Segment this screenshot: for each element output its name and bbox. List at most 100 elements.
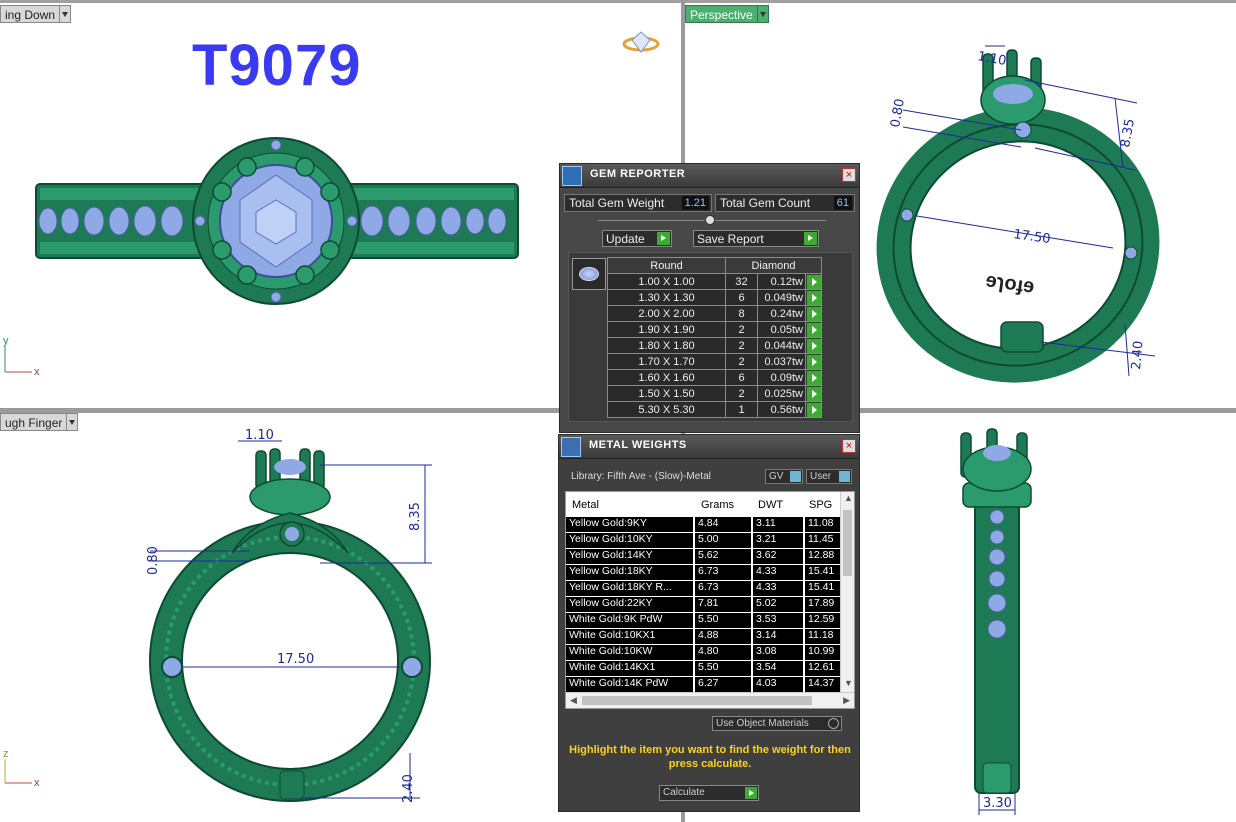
metal-row[interactable]: White Gold:10KW 4.80 3.08 10.99 xyxy=(566,644,842,660)
metal-row[interactable]: Yellow Gold:18KY 6.73 4.33 15.41 xyxy=(566,564,842,580)
metal-grams: 5.50 xyxy=(695,613,751,628)
metal-row[interactable]: White Gold:9K PdW 5.50 3.53 12.59 xyxy=(566,612,842,628)
metal-dwt: 5.02 xyxy=(753,597,803,612)
gem-row-go-button[interactable] xyxy=(805,385,822,402)
axis-indicator xyxy=(4,346,32,373)
calculate-button[interactable]: Calculate xyxy=(659,785,759,801)
gem-row[interactable]: 5.30 X 5.30 1 0.56tw xyxy=(607,401,822,418)
scroll-left-icon[interactable]: ◀ xyxy=(570,695,577,706)
gem-size: 1.80 X 1.80 xyxy=(607,337,726,354)
dim-width: 3.30 xyxy=(983,796,1012,811)
metal-weights-header[interactable]: METAL WEIGHTS × xyxy=(559,435,859,459)
scroll-up-icon[interactable]: ▲ xyxy=(844,493,853,503)
total-gem-weight: Total Gem Weight 1.21 xyxy=(564,194,712,212)
play-arrow-icon xyxy=(806,386,821,401)
metal-name: Yellow Gold:14KY xyxy=(566,549,693,564)
metal-grams: 4.88 xyxy=(695,629,751,644)
user-toggle[interactable]: User xyxy=(806,469,852,484)
play-arrow-icon xyxy=(806,338,821,353)
use-object-materials-option[interactable]: Use Object Materials xyxy=(712,716,842,731)
gem-row-go-button[interactable] xyxy=(805,289,822,306)
dim-shank: 2.40 xyxy=(1129,340,1146,370)
metal-grams: 4.80 xyxy=(695,645,751,660)
metal-row[interactable]: Yellow Gold:18KY R... 6.73 4.33 15.41 xyxy=(566,580,842,596)
gem-row-go-button[interactable] xyxy=(805,337,822,354)
gem-size: 1.70 X 1.70 xyxy=(607,353,726,370)
gem-count: 2 xyxy=(725,337,758,354)
metal-spg: 11.18 xyxy=(805,629,842,644)
metal-row[interactable]: White Gold:10KX1 4.88 3.14 11.18 xyxy=(566,628,842,644)
gem-reporter-header[interactable]: GEM REPORTER × xyxy=(560,164,859,188)
metal-row[interactable]: Yellow Gold:14KY 5.62 3.62 12.88 xyxy=(566,548,842,564)
metal-spg: 17.89 xyxy=(805,597,842,612)
close-icon[interactable]: × xyxy=(842,439,856,453)
metal-dwt: 3.21 xyxy=(753,533,803,548)
ring-preview-icon xyxy=(622,31,660,53)
col-spg[interactable]: SPG xyxy=(809,499,832,511)
close-icon[interactable]: × xyxy=(842,168,856,182)
metal-name: Yellow Gold:10KY xyxy=(566,533,693,548)
metal-grams: 6.27 xyxy=(695,677,751,692)
col-dwt[interactable]: DWT xyxy=(758,499,783,511)
scroll-down-icon[interactable]: ▼ xyxy=(844,678,853,688)
gem-row-go-button[interactable] xyxy=(805,353,822,370)
metal-grams: 6.73 xyxy=(695,565,751,580)
gem-count: 2 xyxy=(725,385,758,402)
gem-reporter-title: GEM REPORTER xyxy=(590,168,686,180)
toggle-switch-icon xyxy=(839,471,850,482)
metal-row[interactable]: Yellow Gold:9KY 4.84 3.11 11.08 xyxy=(566,516,842,532)
gem-row-go-button[interactable] xyxy=(805,401,822,418)
gem-weight: 0.09tw xyxy=(757,369,806,386)
gem-row-go-button[interactable] xyxy=(805,273,822,290)
update-button[interactable]: Update xyxy=(602,230,672,247)
play-arrow-icon xyxy=(806,274,821,289)
metal-row[interactable]: Yellow Gold:10KY 5.00 3.21 11.45 xyxy=(566,532,842,548)
gem-weight: 0.025tw xyxy=(757,385,806,402)
gem-weight: 0.05tw xyxy=(757,321,806,338)
round-diamond-thumbnail[interactable] xyxy=(572,258,606,290)
metal-dwt: 3.11 xyxy=(753,517,803,532)
calculate-hint: Highlight the item you want to find the … xyxy=(569,744,851,770)
metal-dwt: 3.53 xyxy=(753,613,803,628)
metal-row[interactable]: White Gold:14KX1 5.50 3.54 12.61 xyxy=(566,660,842,676)
col-metal[interactable]: Metal xyxy=(572,499,599,511)
gem-row[interactable]: 1.50 X 1.50 2 0.025tw xyxy=(607,385,822,402)
play-arrow-icon xyxy=(806,370,821,385)
metal-row[interactable]: Yellow Gold:22KY 7.81 5.02 17.89 xyxy=(566,596,842,612)
gv-toggle[interactable]: GV xyxy=(765,469,803,484)
gem-row[interactable]: 1.80 X 1.80 2 0.044tw xyxy=(607,337,822,354)
gem-row-go-button[interactable] xyxy=(805,305,822,322)
metal-spg: 10.99 xyxy=(805,645,842,660)
gem-row[interactable]: 1.30 X 1.30 6 0.049tw xyxy=(607,289,822,306)
gem-row-go-button[interactable] xyxy=(805,321,822,338)
gem-row[interactable]: 1.70 X 1.70 2 0.037tw xyxy=(607,353,822,370)
gem-row[interactable]: 2.00 X 2.00 8 0.24tw xyxy=(607,305,822,322)
save-report-button[interactable]: Save Report xyxy=(693,230,819,247)
metal-spg: 15.41 xyxy=(805,565,842,580)
col-grams[interactable]: Grams xyxy=(701,499,734,511)
metal-spg: 15.41 xyxy=(805,581,842,596)
toggle-switch-icon xyxy=(790,471,801,482)
collapse-toggle-icon[interactable] xyxy=(705,215,715,225)
scroll-right-icon[interactable]: ▶ xyxy=(843,695,850,706)
metal-row[interactable]: White Gold:14K PdW 6.27 4.03 14.37 xyxy=(566,676,842,692)
metal-dwt: 4.33 xyxy=(753,581,803,596)
gem-row[interactable]: 1.00 X 1.00 32 0.12tw xyxy=(607,273,822,290)
play-arrow-icon xyxy=(806,322,821,337)
metal-dwt: 3.62 xyxy=(753,549,803,564)
metal-dwt: 3.08 xyxy=(753,645,803,660)
vertical-scrollbar[interactable]: ▲ ▼ xyxy=(840,492,854,692)
horizontal-scrollbar[interactable]: ◀ ▶ xyxy=(566,692,854,708)
play-arrow-icon xyxy=(745,787,757,799)
gem-row[interactable]: 1.90 X 1.90 2 0.05tw xyxy=(607,321,822,338)
metal-name: White Gold:10KW xyxy=(566,645,693,660)
metal-name: Yellow Gold:18KY xyxy=(566,565,693,580)
gem-count: 6 xyxy=(725,289,758,306)
axis-indicator xyxy=(4,759,32,784)
axis-y-label: y xyxy=(3,335,9,347)
gem-row-go-button[interactable] xyxy=(805,369,822,386)
metal-table-header: Metal Grams DWT SPG xyxy=(566,492,842,516)
gem-row[interactable]: 1.60 X 1.60 6 0.09tw xyxy=(607,369,822,386)
gem-count: 32 xyxy=(725,273,758,290)
play-arrow-icon xyxy=(806,290,821,305)
